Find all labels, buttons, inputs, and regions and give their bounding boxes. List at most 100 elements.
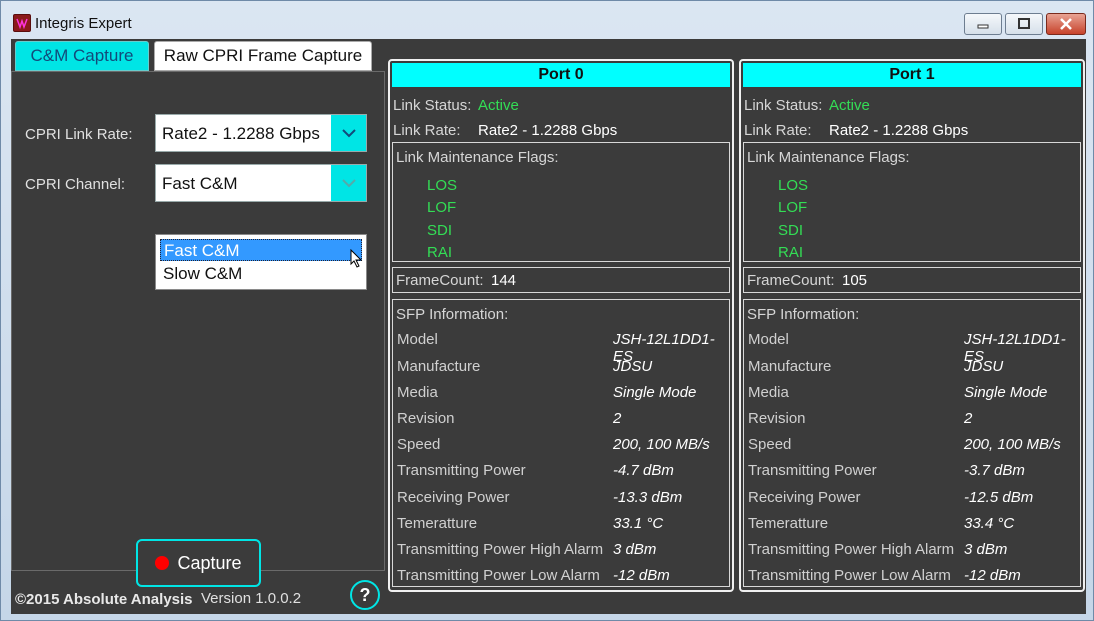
maintenance-flags-box: Link Maintenance Flags: LOS LOF SDI RAI: [392, 142, 730, 262]
channel-option-slow[interactable]: Slow C&M: [160, 263, 362, 285]
tab-raw-cpri-frame-capture[interactable]: Raw CPRI Frame Capture: [154, 41, 372, 71]
sfp-value: 2: [964, 410, 973, 427]
client-area: C&M Capture Raw CPRI Frame Capture CPRI …: [11, 39, 1086, 614]
sfp-info-box: SFP Information: Model JSH-12L1DD1-ES Man…: [743, 299, 1081, 587]
sfp-info-label: SFP Information:: [747, 306, 860, 323]
app-window: Integris Expert C&M Capture Raw CPRI Fra…: [0, 0, 1094, 621]
sfp-row: Transmitting Power Low Alarm -12 dBm: [397, 567, 727, 593]
chevron-down-icon[interactable]: [331, 115, 366, 151]
sfp-key: Manufacture: [397, 358, 481, 375]
sfp-value: 33.4 °C: [964, 515, 1015, 532]
sfp-key: Receiving Power: [397, 489, 510, 506]
version-text: Version 1.0.0.2: [201, 590, 302, 607]
sfp-key: Revision: [397, 410, 455, 427]
link-rate-value: Rate2 - 1.2288 Gbps: [162, 124, 320, 143]
flag-sdi: SDI: [427, 222, 453, 239]
maint-flags-label: Link Maintenance Flags:: [396, 149, 559, 166]
record-icon: [155, 556, 170, 570]
port-title: Port 1: [743, 63, 1081, 87]
sfp-row: Manufacture JDSU: [748, 358, 1078, 384]
frame-count-box: FrameCount: 144: [392, 267, 730, 293]
capture-button[interactable]: Capture: [136, 539, 261, 587]
minimize-button[interactable]: [964, 13, 1002, 35]
sfp-key: Media: [748, 384, 789, 401]
sfp-key: Speed: [748, 436, 792, 453]
sfp-key: Temeratture: [397, 515, 478, 532]
sfp-value: JDSU: [613, 358, 653, 375]
channel-option-fast[interactable]: Fast C&M: [160, 239, 362, 261]
link-status-value: Active: [478, 97, 519, 114]
sfp-value: 3 dBm: [964, 541, 1008, 558]
link-status-value: Active: [829, 97, 870, 114]
link-rate-label: CPRI Link Rate:: [25, 126, 133, 143]
sfp-row: Revision 2: [748, 410, 1078, 436]
sfp-value: 2: [613, 410, 622, 427]
sfp-row: Model JSH-12L1DD1-ES: [397, 331, 727, 365]
sfp-value: 200, 100 MB/s: [613, 436, 710, 453]
sfp-key: Transmitting Power High Alarm: [748, 541, 955, 558]
tab-cm-capture[interactable]: C&M Capture: [15, 41, 149, 71]
sfp-value: -12 dBm: [964, 567, 1021, 584]
sfp-row: Media Single Mode: [397, 384, 727, 410]
flag-rai: RAI: [778, 244, 804, 261]
port-1-panel: Port 1 Link Status: Active Link Rate: Ra…: [739, 59, 1085, 592]
sfp-info-box: SFP Information: Model JSH-12L1DD1-ES Man…: [392, 299, 730, 587]
channel-label: CPRI Channel:: [25, 176, 126, 193]
sfp-key: Transmitting Power: [748, 462, 877, 479]
sfp-info-label: SFP Information:: [396, 306, 509, 323]
flag-los: LOS: [778, 177, 809, 194]
link-rate-select[interactable]: Rate2 - 1.2288 Gbps: [155, 114, 367, 152]
channel-select[interactable]: Fast C&M: [155, 164, 367, 202]
copyright-text: ©2015 Absolute Analysis: [15, 591, 193, 608]
sfp-key: Transmitting Power Low Alarm: [748, 567, 951, 584]
flag-los: LOS: [427, 177, 458, 194]
chevron-down-icon[interactable]: [331, 165, 366, 201]
channel-value: Fast C&M: [162, 174, 238, 193]
sfp-value: Single Mode: [964, 384, 1048, 401]
sfp-value: 200, 100 MB/s: [964, 436, 1061, 453]
link-rate-label: Link Rate:: [744, 122, 812, 139]
sfp-row: Temeratture 33.4 °C: [748, 515, 1078, 541]
sfp-row: Manufacture JDSU: [397, 358, 727, 384]
title-bar: Integris Expert: [1, 1, 1093, 39]
sfp-row: Receiving Power -12.5 dBm: [748, 489, 1078, 515]
frame-count-label: FrameCount:: [396, 272, 484, 289]
sfp-key: Transmitting Power: [397, 462, 526, 479]
app-logo-icon: [13, 14, 31, 32]
flag-rai: RAI: [427, 244, 453, 261]
sfp-value: 33.1 °C: [613, 515, 664, 532]
capture-label: Capture: [177, 552, 242, 573]
link-rate-label: Link Rate:: [393, 122, 461, 139]
sfp-row: Media Single Mode: [748, 384, 1078, 410]
minimize-icon: [977, 24, 989, 29]
sfp-value: -12.5 dBm: [964, 489, 1034, 506]
link-rate-value: Rate2 - 1.2288 Gbps: [829, 122, 969, 139]
channel-dropdown-list: Fast C&M Slow C&M: [155, 234, 367, 290]
sfp-row: Transmitting Power -3.7 dBm: [748, 462, 1078, 488]
sfp-row: Revision 2: [397, 410, 727, 436]
maximize-button[interactable]: [1005, 13, 1043, 35]
sfp-key: Temeratture: [748, 515, 829, 532]
sfp-key: Speed: [397, 436, 441, 453]
sfp-key: Media: [397, 384, 438, 401]
sfp-key: Receiving Power: [748, 489, 861, 506]
sfp-key: Transmitting Power Low Alarm: [397, 567, 600, 584]
sfp-key: Model: [397, 331, 438, 348]
sfp-row: Transmitting Power High Alarm 3 dBm: [748, 541, 1078, 567]
sfp-value: -3.7 dBm: [964, 462, 1025, 479]
port-0-panel: Port 0 Link Status: Active Link Rate: Ra…: [388, 59, 734, 592]
sfp-value: 3 dBm: [613, 541, 657, 558]
sfp-value: Single Mode: [613, 384, 697, 401]
frame-count-value: 144: [491, 272, 517, 289]
window-title: Integris Expert: [35, 15, 132, 32]
sfp-key: Transmitting Power High Alarm: [397, 541, 604, 558]
sfp-row: Speed 200, 100 MB/s: [748, 436, 1078, 462]
sfp-row: Model JSH-12L1DD1-ES: [748, 331, 1078, 365]
sfp-row: Speed 200, 100 MB/s: [397, 436, 727, 462]
maint-flags-label: Link Maintenance Flags:: [747, 149, 910, 166]
sfp-key: Model: [748, 331, 789, 348]
help-icon: ?: [359, 584, 371, 605]
close-button[interactable]: [1046, 13, 1086, 35]
maximize-icon: [1018, 18, 1030, 29]
help-button[interactable]: ?: [350, 580, 380, 610]
